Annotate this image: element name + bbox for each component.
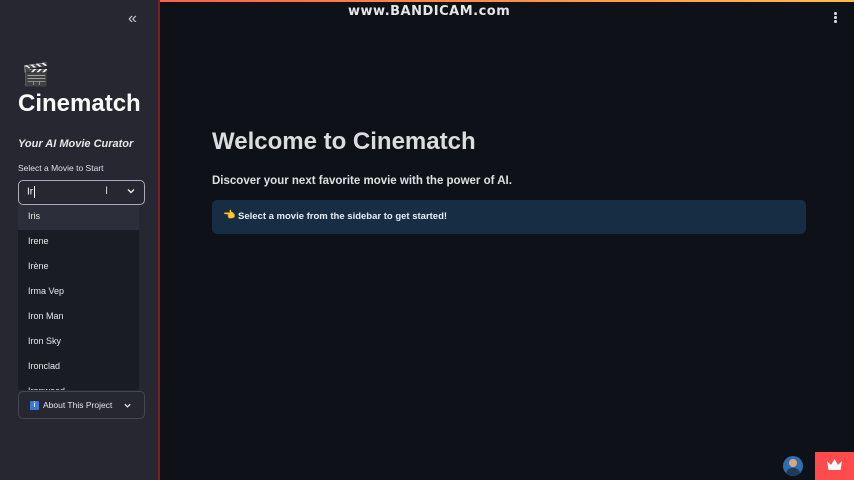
- dropdown-option[interactable]: Irene: [18, 230, 139, 255]
- movie-select-value[interactable]: Ir: [27, 186, 36, 198]
- dropdown-option[interactable]: Iron Sky: [18, 330, 139, 355]
- dropdown-option[interactable]: Iron Man: [18, 305, 139, 330]
- pointing-left-hand-icon: 👈: [223, 210, 236, 221]
- info-alert-text: Select a movie from the sidebar to get s…: [238, 211, 448, 222]
- dropdown-option[interactable]: Ironclad: [18, 355, 139, 380]
- recording-watermark: www.BANDICAM.com: [348, 4, 511, 19]
- text-caret: [34, 186, 36, 198]
- page-subtitle: Discover your next favorite movie with t…: [212, 175, 512, 187]
- kebab-menu-icon[interactable]: [834, 12, 838, 26]
- sidebar-title: Cinematch: [18, 90, 141, 117]
- streamlit-crown-button[interactable]: [815, 452, 854, 480]
- collapse-sidebar-icon[interactable]: «: [128, 10, 137, 28]
- sidebar: « 🎬 Cinematch Your AI Movie Curator Sele…: [0, 0, 160, 480]
- info-icon: i: [30, 401, 39, 410]
- info-alert: 👈 Select a movie from the sidebar to get…: [212, 200, 806, 234]
- dropdown-option[interactable]: Iris: [18, 205, 139, 230]
- dropdown-option[interactable]: Irène: [18, 255, 139, 280]
- chevron-down-icon[interactable]: [123, 401, 132, 410]
- page-title: Welcome to Cinematch: [212, 128, 476, 155]
- movie-select-input[interactable]: Ir I: [18, 180, 145, 205]
- about-project-label: About This Project: [43, 400, 113, 410]
- movie-dropdown-list[interactable]: Iris Irene Irène Irma Vep Iron Man Iron …: [18, 205, 139, 390]
- mouse-ibeam-cursor-icon: I: [105, 185, 109, 197]
- user-avatar[interactable]: [783, 456, 803, 476]
- about-project-expander[interactable]: i About This Project: [18, 391, 145, 419]
- chevron-down-icon[interactable]: [126, 186, 136, 196]
- dropdown-option[interactable]: Irma Vep: [18, 280, 139, 305]
- dropdown-option[interactable]: Ironweed: [18, 380, 139, 390]
- movie-select-text: Ir: [27, 186, 34, 198]
- clapperboard-icon: 🎬: [22, 62, 50, 87]
- sidebar-subtitle: Your AI Movie Curator: [18, 138, 134, 150]
- movie-select-label: Select a Movie to Start: [18, 163, 104, 173]
- crown-icon: [827, 459, 842, 470]
